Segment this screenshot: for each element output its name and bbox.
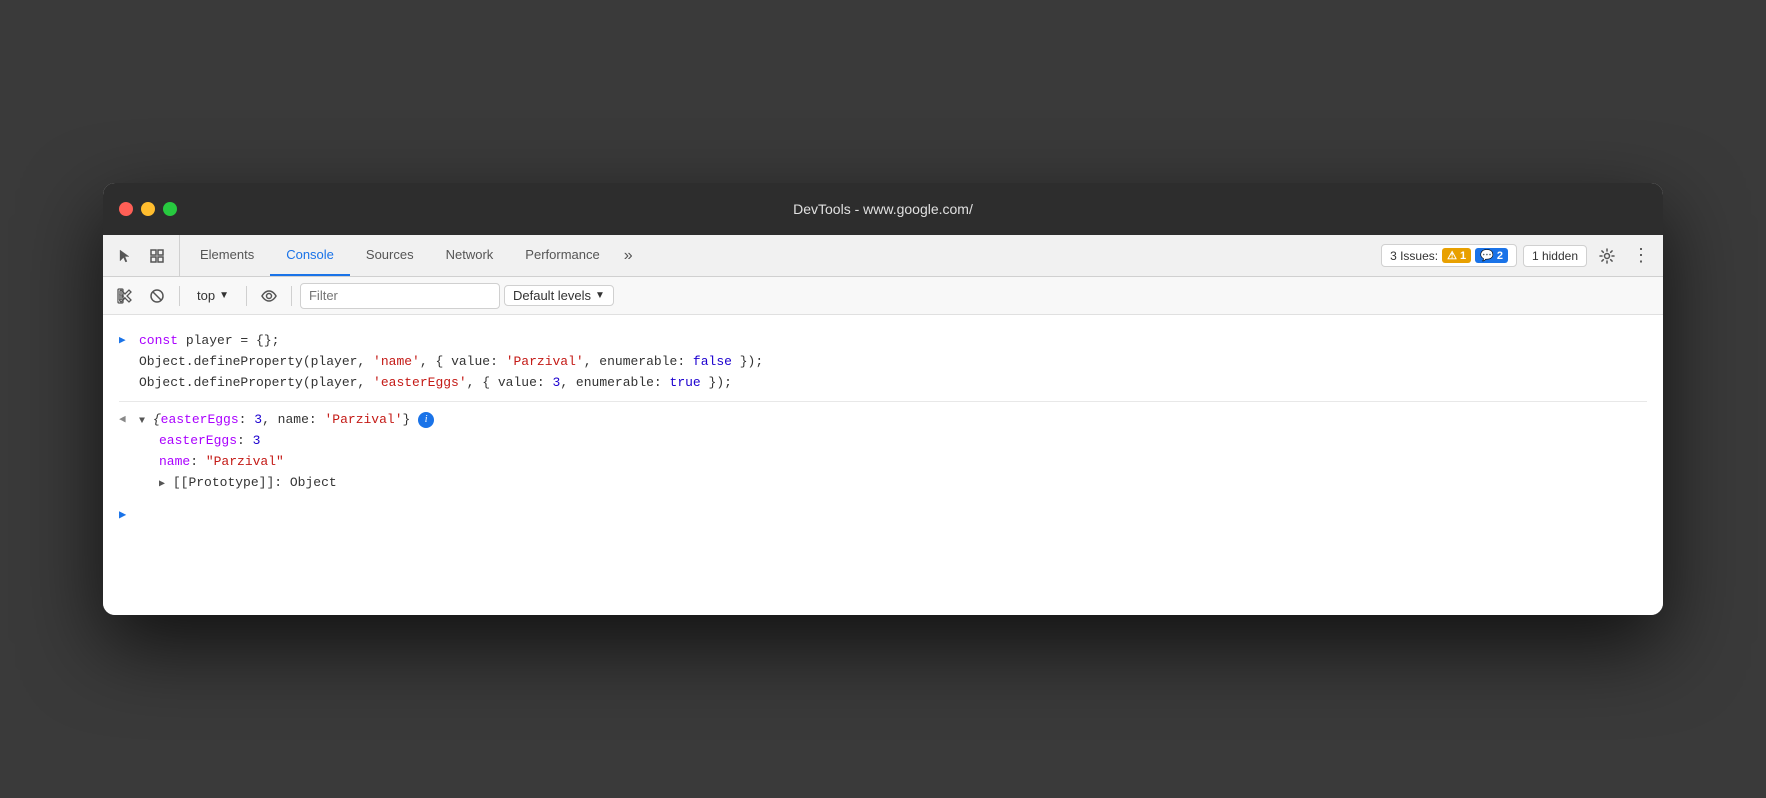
devtools-window: DevTools - www.google.com/ Elements xyxy=(103,183,1663,615)
maximize-button[interactable] xyxy=(163,202,177,216)
eye-icon[interactable] xyxy=(255,282,283,310)
more-options-icon[interactable]: ⋮ xyxy=(1627,242,1655,270)
hidden-count[interactable]: 1 hidden xyxy=(1523,245,1587,267)
object-header-line: ▼ {easterEggs: 3, name: 'Parzival'} i xyxy=(139,410,1647,431)
code-line-2: Object.defineProperty(player, 'name', { … xyxy=(139,352,1647,373)
expand-arrow[interactable]: ▼ xyxy=(139,414,145,430)
minimize-button[interactable] xyxy=(141,202,155,216)
tabs-nav: Elements Console Sources Network Perform… xyxy=(184,235,1381,276)
default-levels-selector[interactable]: Default levels ▼ xyxy=(504,285,614,306)
console-entry-input: ▶ const player = {}; Object.defineProper… xyxy=(119,327,1647,397)
entry-content-2: ▼ {easterEggs: 3, name: 'Parzival'} i ea… xyxy=(139,410,1647,493)
filter-input[interactable] xyxy=(300,283,500,309)
prompt-arrow-icon: ▶ xyxy=(119,506,126,525)
entry-divider xyxy=(119,401,1647,402)
traffic-lights xyxy=(119,202,177,216)
clear-console-icon[interactable]: ▷ xyxy=(111,282,139,310)
tab-elements[interactable]: Elements xyxy=(184,235,270,276)
context-selector[interactable]: top ▼ xyxy=(188,285,238,306)
code-line-3: Object.defineProperty(player, 'easterEgg… xyxy=(139,373,1647,394)
window-title: DevTools - www.google.com/ xyxy=(793,201,973,217)
inspect-icon[interactable] xyxy=(143,242,171,270)
separator-1 xyxy=(179,286,180,306)
input-arrow: ▶ xyxy=(119,331,131,351)
separator-3 xyxy=(291,286,292,306)
tab-performance[interactable]: Performance xyxy=(509,235,615,276)
more-tabs-button[interactable]: » xyxy=(616,235,641,276)
settings-icon[interactable] xyxy=(1593,242,1621,270)
tab-console[interactable]: Console xyxy=(270,235,350,276)
cursor-icon[interactable] xyxy=(111,242,139,270)
warning-badge: ⚠ 1 xyxy=(1442,248,1471,263)
info-badge: 💬 2 xyxy=(1475,248,1508,263)
prop-easter-eggs: easterEggs: 3 xyxy=(139,431,1647,452)
console-toolbar: ▷ top ▼ Default levels ▼ xyxy=(103,277,1663,315)
tab-sources[interactable]: Sources xyxy=(350,235,430,276)
tabs-bar: Elements Console Sources Network Perform… xyxy=(103,235,1663,277)
titlebar: DevTools - www.google.com/ xyxy=(103,183,1663,235)
tabs-right: 3 Issues: ⚠ 1 💬 2 1 hidden ⋮ xyxy=(1381,235,1655,276)
svg-text:▷: ▷ xyxy=(119,292,126,302)
prototype-row: ▶ [[Prototype]]: Object xyxy=(139,473,1647,494)
console-entry-output: ◀ ▼ {easterEggs: 3, name: 'Parzival'} i … xyxy=(119,406,1647,497)
code-line-1: const player = {}; xyxy=(139,331,1647,352)
entry-content-1: const player = {}; Object.defineProperty… xyxy=(139,331,1647,393)
issues-badge[interactable]: 3 Issues: ⚠ 1 💬 2 xyxy=(1381,244,1517,267)
output-arrow: ◀ xyxy=(119,410,131,430)
prototype-expand[interactable]: ▶ xyxy=(159,477,165,493)
separator-2 xyxy=(246,286,247,306)
block-icon[interactable] xyxy=(143,282,171,310)
info-icon[interactable]: i xyxy=(418,412,434,428)
console-prompt: ▶ xyxy=(119,506,1647,525)
console-content: ▶ const player = {}; Object.defineProper… xyxy=(103,315,1663,615)
close-button[interactable] xyxy=(119,202,133,216)
tab-network[interactable]: Network xyxy=(430,235,510,276)
prop-name: name: "Parzival" xyxy=(139,452,1647,473)
toolbar-icons xyxy=(111,235,180,276)
